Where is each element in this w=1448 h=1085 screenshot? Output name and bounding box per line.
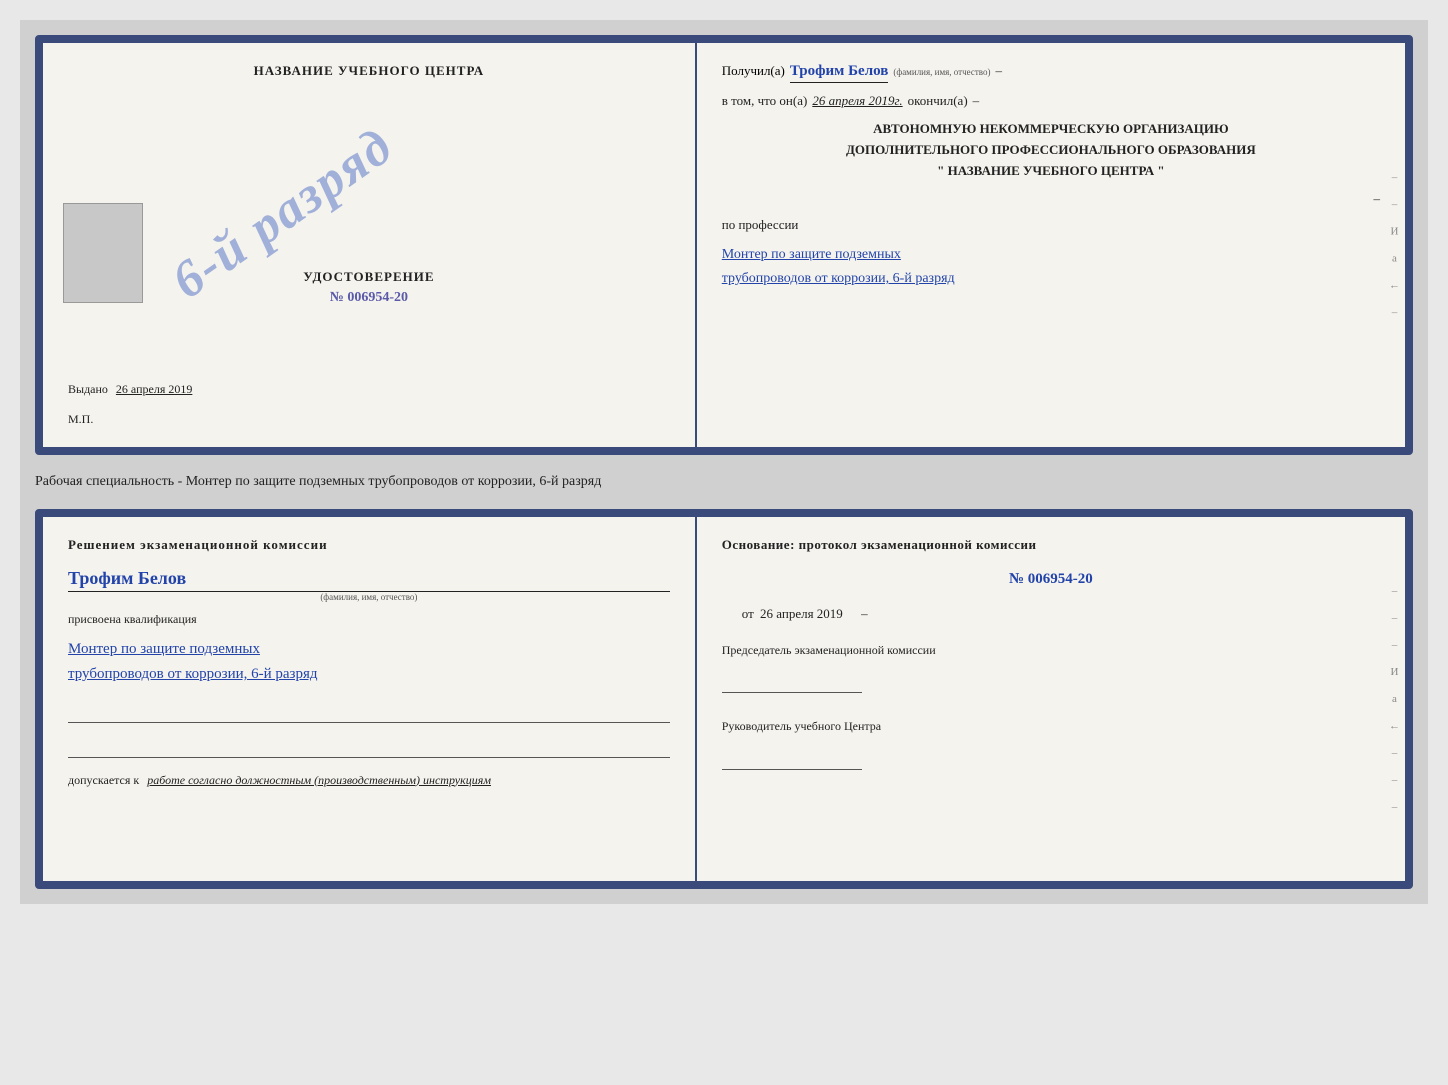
allowed-text: допускается к работе согласно должностны… — [68, 773, 670, 788]
commission-title: Решением экзаменационной комиссии — [68, 537, 670, 553]
profession-line2: трубопроводов от коррозии, 6-й разряд — [722, 267, 1380, 291]
basis-title: Основание: протокол экзаменационной коми… — [722, 537, 1380, 553]
dash1: – — [995, 63, 1002, 79]
fio-label-bottom: (фамилия, имя, отчество) — [68, 592, 670, 602]
finished-label: окончил(а) — [908, 93, 968, 109]
profession-line1: Монтер по защите подземных — [722, 243, 1380, 267]
bottom-doc-right: Основание: протокол экзаменационной коми… — [697, 517, 1405, 881]
org-line2: ДОПОЛНИТЕЛЬНОГО ПРОФЕССИОНАЛЬНОГО ОБРАЗО… — [722, 140, 1380, 161]
recipient-line: Получил(а) Трофим Белов (фамилия, имя, о… — [722, 63, 1380, 83]
fio-label-top: (фамилия, имя, отчество) — [893, 67, 990, 77]
assigned-label: присвоена квалификация — [68, 612, 670, 627]
qual-line1: Монтер по защите подземных — [68, 637, 670, 663]
blank-line2 — [68, 738, 670, 758]
page-container: НАЗВАНИЕ УЧЕБНОГО ЦЕНТРА 6-й разряд УДОС… — [20, 20, 1428, 904]
allowed-italic: работе согласно должностным (производств… — [147, 773, 491, 787]
director-signature-line — [722, 750, 862, 770]
dash2: – — [973, 93, 980, 109]
org-line1: АВТОНОМНУЮ НЕКОММЕРЧЕСКУЮ ОРГАНИЗАЦИЮ — [722, 119, 1380, 140]
protocol-date: 26 апреля 2019 — [760, 606, 843, 621]
bottom-doc-left: Решением экзаменационной комиссии Трофим… — [43, 517, 697, 881]
director-title: Руководитель учебного Центра — [722, 718, 1380, 735]
specialty-text: Рабочая специальность - Монтер по защите… — [35, 467, 1413, 497]
chairman-title: Председатель экзаменационной комиссии — [722, 642, 1380, 659]
allowed-prefix: допускается к — [68, 773, 139, 787]
date-from: от 26 апреля 2019 – — [742, 606, 1380, 622]
protocol-number: № 006954-20 — [722, 571, 1380, 588]
org-text: АВТОНОМНУЮ НЕКОММЕРЧЕСКУЮ ОРГАНИЗАЦИЮ ДО… — [722, 119, 1380, 181]
person-name-large: Трофим Белов — [68, 568, 670, 592]
profession-label: по профессии — [722, 217, 1380, 233]
mp-line: М.П. — [68, 412, 670, 427]
recipient-name: Трофим Белов — [790, 63, 888, 83]
top-doc-right: Получил(а) Трофим Белов (фамилия, имя, о… — [697, 43, 1405, 447]
issued-line: Выдано 26 апреля 2019 — [68, 382, 670, 407]
received-label: Получил(а) — [722, 63, 785, 79]
stamp-area: 6-й разряд — [123, 103, 443, 323]
top-doc-left: НАЗВАНИЕ УЧЕБНОГО ЦЕНТРА 6-й разряд УДОС… — [43, 43, 697, 447]
date-prefix: от — [742, 606, 754, 621]
top-document: НАЗВАНИЕ УЧЕБНОГО ЦЕНТРА 6-й разряд УДОС… — [35, 35, 1413, 455]
bottom-right-edge-chars: – – – И а ← – – – — [1389, 585, 1400, 813]
in-that-label: в том, что он(а) — [722, 93, 808, 109]
dash3-line: – — [722, 191, 1380, 207]
profession-text: Монтер по защите подземных трубопроводов… — [722, 243, 1380, 291]
bottom-document: Решением экзаменационной комиссии Трофим… — [35, 509, 1413, 889]
right-edge-chars: – – И а ← – — [1389, 172, 1400, 319]
issued-date: 26 апреля 2019 — [116, 382, 192, 396]
cert-date: 26 апреля 2019г. — [812, 93, 902, 109]
issued-label: Выдано — [68, 382, 108, 396]
top-left-title: НАЗВАНИЕ УЧЕБНОГО ЦЕНТРА — [254, 63, 485, 79]
blank-line1 — [68, 703, 670, 723]
date-line: в том, что он(а) 26 апреля 2019г. окончи… — [722, 93, 1380, 109]
dash3: – — [1373, 191, 1380, 206]
org-line3: " НАЗВАНИЕ УЧЕБНОГО ЦЕНТРА " — [722, 161, 1380, 182]
chairman-signature-line — [722, 673, 862, 693]
qual-line2: трубопроводов от коррозии, 6-й разряд — [68, 662, 670, 688]
qualification-text: Монтер по защите подземных трубопроводов… — [68, 637, 670, 688]
stamp-text: 6-й разряд — [161, 116, 404, 311]
